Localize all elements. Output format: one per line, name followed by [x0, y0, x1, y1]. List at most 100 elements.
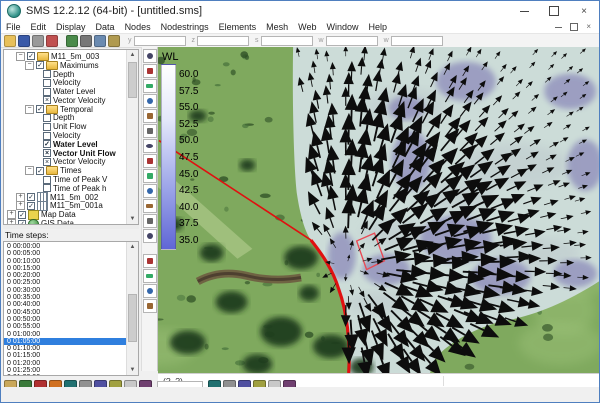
menu-data[interactable]: Data	[91, 22, 120, 32]
checkbox-unchecked[interactable]	[43, 114, 51, 122]
checkbox-unchecked[interactable]	[43, 176, 51, 184]
tree-item-vector-velocity[interactable]: ×Vector Velocity	[5, 96, 126, 105]
tool-2-icon[interactable]	[143, 64, 157, 78]
menu-elements[interactable]: Elements	[214, 22, 262, 32]
expand-icon[interactable]: +	[16, 193, 25, 202]
time-step-item[interactable]: 0 00:00:00	[4, 243, 126, 250]
scroll-up-icon[interactable]: ▲	[127, 242, 138, 252]
collapse-icon[interactable]: −	[25, 61, 34, 70]
time-step-item[interactable]: 0 01:30:00	[4, 374, 126, 376]
checkbox-unchecked[interactable]	[43, 79, 51, 87]
tree-vertical-scrollbar[interactable]: ▲ ▼	[126, 50, 138, 224]
time-step-item[interactable]: 0 00:15:00	[4, 265, 126, 272]
collapse-icon[interactable]: −	[25, 105, 34, 114]
time-step-item[interactable]: 0 00:10:00	[4, 258, 126, 265]
tool-16-icon[interactable]	[143, 284, 157, 298]
tree-item-temporal[interactable]: −✓Temporal	[5, 105, 126, 114]
menu-help[interactable]: Help	[364, 22, 393, 32]
tree-item-depth[interactable]: Depth	[5, 114, 126, 123]
tree-item-water-level[interactable]: ✓Water Level	[5, 140, 126, 149]
tool-8-icon[interactable]	[143, 154, 157, 168]
toolbar-icon-5-icon[interactable]	[66, 35, 78, 47]
tree-item-vector-velocity[interactable]: ×Vector Velocity	[5, 158, 126, 167]
graphics-window[interactable]: WL 60.057.555.052.550.047.545.042.540.03…	[158, 47, 599, 373]
maximize-button[interactable]	[539, 1, 569, 21]
tool-13-icon[interactable]	[143, 229, 157, 243]
time-step-item[interactable]: 0 01:10:00	[4, 345, 126, 352]
checkbox-checked[interactable]: ✓	[27, 52, 35, 60]
checkbox-unchecked[interactable]	[43, 184, 51, 192]
tool-14-icon[interactable]	[143, 254, 157, 268]
tool-10-icon[interactable]	[143, 184, 157, 198]
tool-1-icon[interactable]	[143, 49, 157, 63]
tree-item-velocity[interactable]: Velocity	[5, 131, 126, 140]
time-step-item[interactable]: 0 00:35:00	[4, 294, 126, 301]
tree-item-m11-5m-003[interactable]: −✓M11_5m_003	[5, 52, 126, 61]
time-step-item[interactable]: 0 00:25:00	[4, 279, 126, 286]
checkbox-unchecked[interactable]	[43, 88, 51, 96]
tree-item-time-of-peak-h[interactable]: Time of Peak h	[5, 184, 126, 193]
checkbox-checked[interactable]: ✓	[27, 202, 35, 210]
time-step-item[interactable]: 0 01:00:00	[4, 331, 126, 338]
save-icon[interactable]	[18, 35, 30, 47]
menu-mesh[interactable]: Mesh	[261, 22, 293, 32]
time-step-item[interactable]: 0 01:15:00	[4, 352, 126, 359]
checkbox-checked[interactable]: ×	[43, 96, 51, 104]
tool-3-icon[interactable]	[143, 79, 157, 93]
tree-item-m11-5m-002[interactable]: +✓M11_5m_002	[5, 193, 126, 202]
time-step-item[interactable]: 0 01:25:00	[4, 367, 126, 374]
tree-item-unit-flow[interactable]: Unit Flow	[5, 122, 126, 131]
tool-4-icon[interactable]	[143, 94, 157, 108]
time-step-item[interactable]: 0 00:50:00	[4, 316, 126, 323]
time-step-item[interactable]: 0 00:05:00	[4, 250, 126, 257]
tree-item-time-of-peak-v[interactable]: Time of Peak V	[5, 175, 126, 184]
menu-window[interactable]: Window	[322, 22, 364, 32]
time-step-item[interactable]: 0 00:55:00	[4, 323, 126, 330]
tree-item-water-level[interactable]: Water Level	[5, 87, 126, 96]
tool-6-icon[interactable]	[143, 124, 157, 138]
open-icon[interactable]	[4, 35, 16, 47]
toolbar-edit-field-2[interactable]	[197, 36, 249, 46]
time-step-item[interactable]: 0 00:20:00	[4, 272, 126, 279]
tree-item-map-data[interactable]: +✓Map Data	[5, 210, 126, 219]
time-step-item[interactable]: 0 01:20:00	[4, 360, 126, 367]
tool-11-icon[interactable]	[143, 199, 157, 213]
expand-icon[interactable]: +	[16, 201, 25, 210]
checkbox-checked[interactable]: ✓	[36, 61, 44, 69]
toolbar-edit-field-1[interactable]	[134, 36, 186, 46]
menu-web[interactable]: Web	[293, 22, 321, 32]
checkbox-unchecked[interactable]	[43, 70, 51, 78]
checkbox-unchecked[interactable]	[43, 132, 51, 140]
tool-15-icon[interactable]	[143, 269, 157, 283]
expand-icon[interactable]: +	[7, 210, 16, 219]
tool-17-icon[interactable]	[143, 299, 157, 313]
checkbox-checked[interactable]: ✓	[27, 193, 35, 201]
close-button[interactable]: ×	[569, 1, 599, 21]
tree-item-m11-5m-001a[interactable]: +✓M11_5m_001a	[5, 202, 126, 211]
tree-item-times[interactable]: −✓Times	[5, 166, 126, 175]
mdi-minimize-button[interactable]	[555, 27, 562, 28]
checkbox-unchecked[interactable]	[43, 123, 51, 131]
toolbar-edit-field-4[interactable]	[326, 36, 378, 46]
menu-display[interactable]: Display	[51, 22, 91, 32]
panel-splitter[interactable]	[3, 225, 139, 229]
tool-7-icon[interactable]	[143, 139, 157, 153]
scroll-down-icon[interactable]: ▼	[127, 214, 138, 224]
minimize-button[interactable]	[509, 1, 539, 21]
time-step-item[interactable]: 0 00:40:00	[4, 301, 126, 308]
toolbar-icon-7-icon[interactable]	[94, 35, 106, 47]
mdi-close-button[interactable]: ×	[586, 23, 591, 31]
checkbox-checked[interactable]: ×	[43, 149, 51, 157]
menu-nodestrings[interactable]: Nodestrings	[156, 22, 214, 32]
tool-9-icon[interactable]	[143, 169, 157, 183]
tool-5-icon[interactable]	[143, 109, 157, 123]
time-step-item[interactable]: 0 00:30:00	[4, 287, 126, 294]
toolbar-edit-field-5[interactable]	[391, 36, 443, 46]
menu-file[interactable]: File	[1, 22, 26, 32]
mdi-restore-button[interactable]	[570, 23, 578, 31]
tree-item-velocity[interactable]: Velocity	[5, 78, 126, 87]
zoom-icon[interactable]	[80, 35, 92, 47]
scroll-down-icon[interactable]: ▼	[127, 365, 138, 375]
toolbar-edit-field-3[interactable]	[261, 36, 313, 46]
collapse-icon[interactable]: −	[16, 52, 25, 61]
